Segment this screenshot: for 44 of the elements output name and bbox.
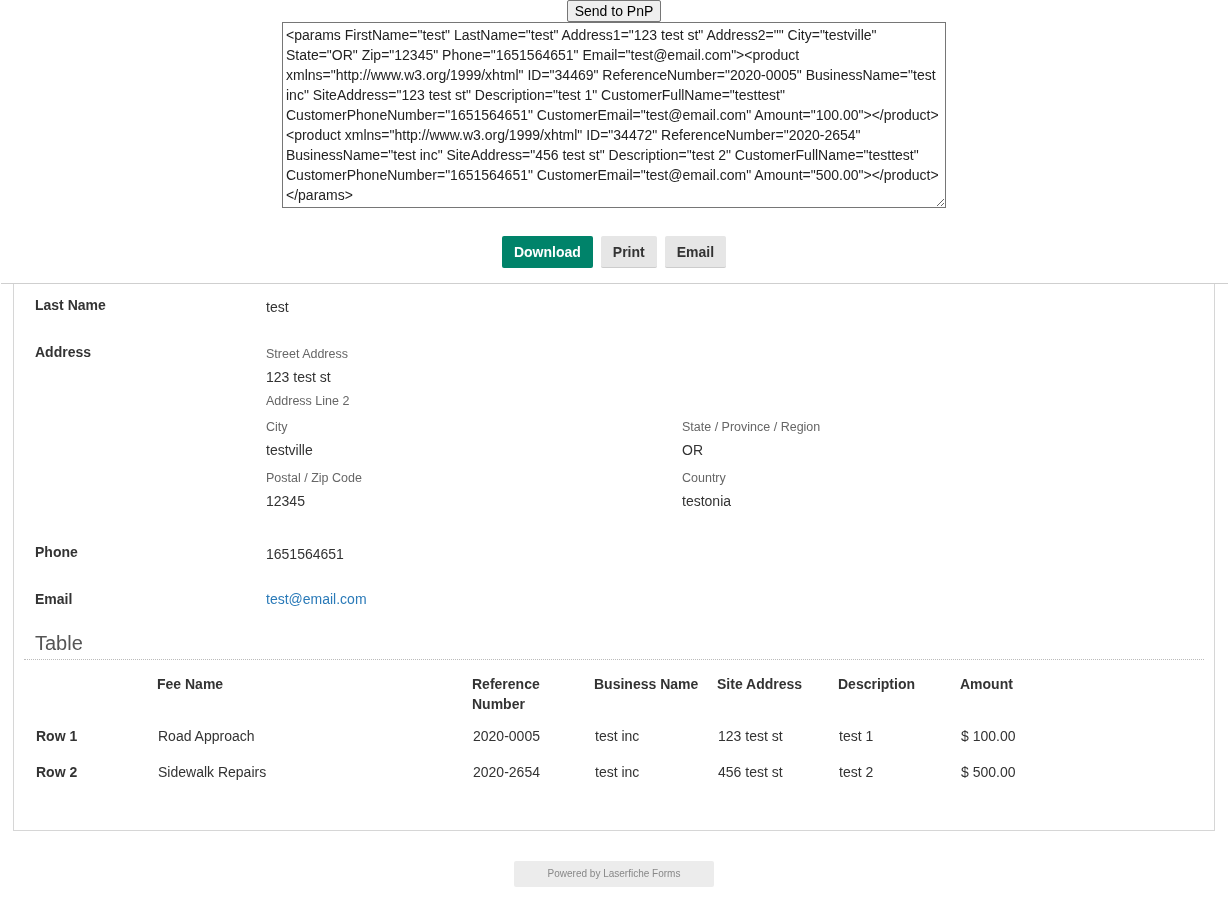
field-value: testville (266, 441, 314, 460)
column-header: Fee Name (157, 676, 224, 692)
field-value: 123 test st (266, 368, 332, 387)
xml-textarea[interactable]: <params FirstName="test" LastName="test" Address1="123 test st" Address2="" City="testville" State="OR" Zip="12345" Phone="1651564651" Email="test@email.com"><product xmlns="http://www.w3.org/1999/xhtml" ID="34469" ReferenceNumber="2020-0005" BusinessName="test inc" SiteAddress="123 test st" Description="test 1" CustomerFullName="testtest" CustomerPhoneNumber="1651564651" CustomerEmail="test@email.com" Amount="100.00"></product><product xmlns="http://www.w3.org/1999/xhtml" ID="34472" ReferenceNumber="2020-2654" BusinessName="test inc" SiteAddress="456 test st" Description="test 2" CustomerFullName="testtest" CustomerPhoneNumber="1651564651" CustomerEmail="test@email.com" Amount="500.00"></product></params> (282, 22, 946, 208)
table-cell: 2020-0005 (473, 728, 540, 744)
table-cell: 2020-2654 (473, 764, 540, 780)
row-label: Row 1 (36, 728, 78, 744)
table-cell: 456 test st (718, 764, 783, 780)
table-cell: Road Approach (158, 728, 255, 744)
column-header: Business Name (594, 676, 699, 692)
field-value: test (266, 299, 289, 315)
sub-label: Country (682, 470, 727, 487)
sub-label: Street Address (266, 346, 349, 363)
table-cell: test inc (595, 728, 640, 744)
send-button[interactable]: Send to PnP (566, 0, 662, 22)
action-button[interactable]: Download (501, 236, 593, 268)
sub-label: City (266, 419, 289, 436)
sub-label: Address Line 2 (266, 393, 351, 410)
table-cell: test 1 (839, 728, 874, 744)
table-cell: test inc (595, 764, 640, 780)
column-header: Amount (960, 676, 1013, 692)
action-button[interactable]: Email (664, 236, 727, 268)
sub-label: Postal / Zip Code (266, 470, 363, 487)
table-cell: 123 test st (718, 728, 783, 744)
table-cell: $ 500.00 (961, 764, 1016, 780)
field-value: 12345 (266, 492, 306, 511)
column-header: Site Address (717, 676, 803, 692)
table-cell: $ 100.00 (961, 728, 1016, 744)
section-title: Table (24, 620, 1204, 660)
column-header: Reference Number (472, 676, 540, 712)
field-value: testonia (682, 492, 733, 511)
table-cell: test 2 (839, 764, 874, 780)
field-label: Email (35, 591, 74, 607)
action-button[interactable]: Print (600, 236, 657, 268)
field-value: 1651564651 (266, 546, 344, 562)
table-cell: Sidewalk Repairs (158, 764, 267, 780)
field-label: Address (35, 344, 93, 362)
column-header: Description (838, 676, 915, 692)
sub-label: State / Province / Region (682, 419, 822, 436)
field-value: OR (682, 441, 704, 460)
email-link[interactable]: test@email.com (266, 591, 367, 607)
row-label: Row 2 (36, 764, 78, 780)
field-label: Phone (35, 544, 79, 562)
field-label: Last Name (35, 297, 107, 315)
